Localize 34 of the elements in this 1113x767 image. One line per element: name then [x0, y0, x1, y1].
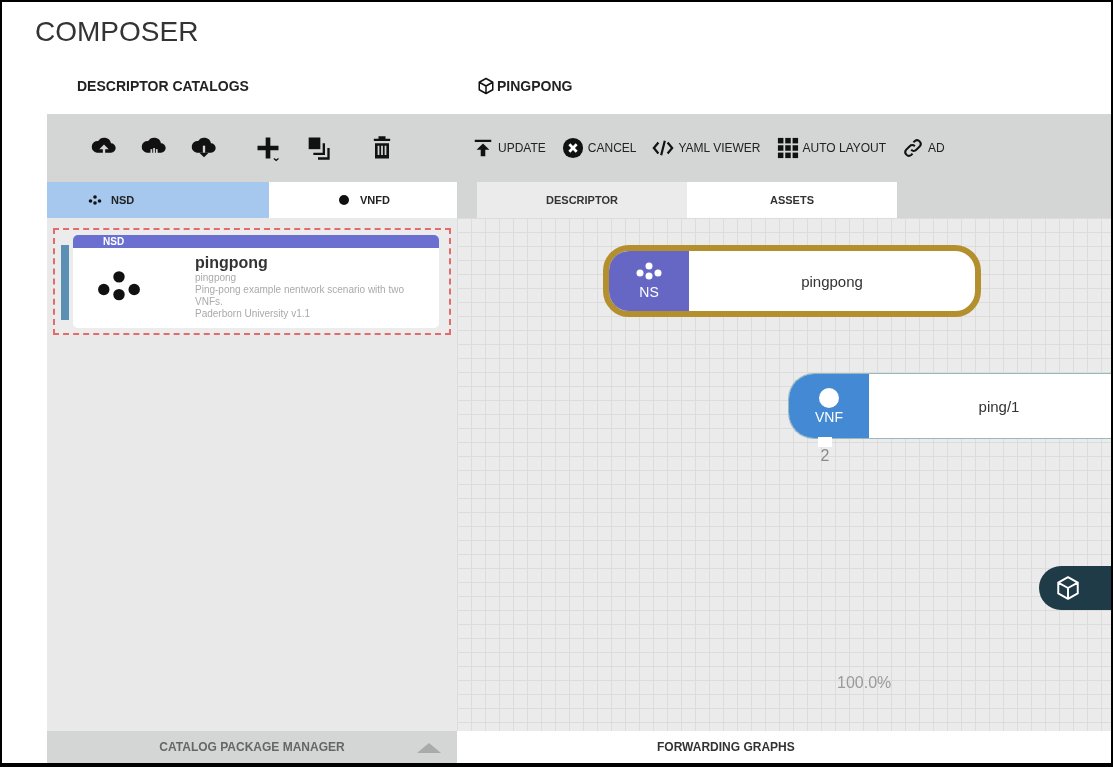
cube-icon: [477, 77, 495, 95]
item-vendor: Paderborn University v1.1: [195, 308, 312, 320]
item-short-name: pingpong: [195, 272, 238, 284]
editor-tab[interactable]: ASSETS: [687, 182, 897, 218]
editor-tab[interactable]: DESCRIPTOR: [477, 182, 687, 218]
link-icon: [902, 137, 925, 159]
item-name: pingpong: [195, 254, 269, 272]
catalog-item[interactable]: NSD pingpong pingpong Ping-pong example nentwork scenario with two VNFs. Paderborn University v1.1: [53, 228, 451, 335]
circle-icon: [336, 194, 352, 206]
port-handle[interactable]: [818, 437, 832, 447]
port-label: 2: [820, 447, 830, 465]
panel-title: DESCRIPTOR CATALOGS: [77, 78, 249, 94]
zoom-level: 100.0%: [837, 674, 892, 692]
descriptor-title: PINGPONG: [497, 78, 573, 94]
toolbar-button[interactable]: AD: [902, 137, 945, 159]
toolbar-button[interactable]: YAML VIEWER: [652, 137, 761, 159]
catalog-tab[interactable]: VNFD: [269, 182, 457, 218]
upload-icon: [472, 137, 494, 159]
diagram-node[interactable]: NS pingpong: [603, 245, 981, 317]
toolbar-button[interactable]: CANCEL: [561, 137, 637, 159]
grid-icon: [776, 137, 799, 159]
diagram-node[interactable]: VNF ping/1: [788, 373, 1111, 439]
footer-label: CATALOG PACKAGE MANAGER: [159, 740, 345, 754]
dots-icon: [87, 194, 103, 206]
cube-icon: [1055, 575, 1081, 601]
toolbar-button[interactable]: AUTO LAYOUT: [776, 137, 887, 159]
app-title: COMPOSER: [34, 15, 200, 49]
catalog-tab[interactable]: NSD: [47, 182, 269, 218]
catalog-toggle-button[interactable]: [1039, 566, 1111, 610]
close-icon: [561, 137, 584, 159]
footer-bar[interactable]: CATALOG PACKAGE MANAGER: [47, 731, 457, 763]
item-description: Ping-pong example nentwork scenario with two VNFs.: [195, 284, 405, 308]
card-header: NSD: [73, 235, 439, 248]
toolbar-button[interactable]: UPDATE: [472, 137, 546, 159]
